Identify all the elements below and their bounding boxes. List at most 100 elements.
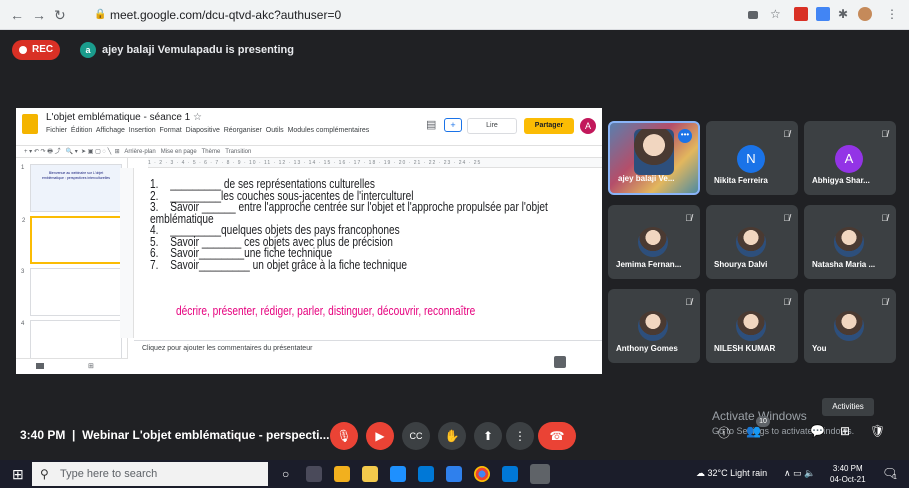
- calendar-icon[interactable]: [502, 466, 518, 482]
- separator: |: [72, 428, 76, 442]
- menu-outils[interactable]: Outils: [266, 127, 284, 134]
- slide-thumb-1[interactable]: 1 Bienvenue au webinaire sur L'objet emb…: [21, 164, 122, 212]
- participant-name: Anthony Gomes: [616, 344, 678, 353]
- filmstrip-view-icon[interactable]: [36, 363, 44, 369]
- mail-icon[interactable]: [390, 466, 406, 482]
- taskbar-search-field[interactable]: ⚲ Type here to search: [32, 462, 268, 486]
- menu-insertion[interactable]: Insertion: [129, 127, 156, 134]
- grid-view-icon[interactable]: ⊞: [88, 362, 94, 370]
- account-avatar[interactable]: A: [580, 118, 596, 134]
- menu-format[interactable]: Format: [160, 127, 182, 134]
- participant-tile[interactable]: 🎙̸ Jemima Fernan...: [608, 205, 700, 279]
- menu-diapositive[interactable]: Diapositive: [186, 127, 220, 134]
- camera-toggle-button[interactable]: ▶: [366, 422, 394, 450]
- security-icon[interactable]: 🛡: [870, 424, 885, 438]
- objectives-list: 1. _________ de ses représentations cultu…: [150, 177, 556, 272]
- menu-edition[interactable]: Édition: [71, 127, 92, 134]
- menu-fichier[interactable]: Fichier: [46, 127, 67, 134]
- participant-tile[interactable]: ••• ajey balaji Ve...: [608, 121, 700, 195]
- mic-toggle-button[interactable]: 🎙: [330, 422, 358, 450]
- document-title[interactable]: L'objet emblématique - séance 1 ☆: [46, 112, 202, 123]
- active-app-icon[interactable]: [530, 464, 550, 484]
- toolbar-transition[interactable]: Transition: [225, 149, 251, 155]
- slide-thumb-2[interactable]: 2: [22, 216, 122, 264]
- toolbar-icons[interactable]: + ▾ ↶ ↷ 🖶 ⤴ 🔍 ▾ ➤ ▣ ▢ ◌ ╲ ⊞: [24, 149, 123, 155]
- share-button[interactable]: Partager: [524, 118, 574, 134]
- mic-off-icon: 🎙̸: [783, 129, 790, 139]
- participant-tile[interactable]: 🎙̸ NILESH KUMAR: [706, 289, 798, 363]
- participant-avatar: [834, 227, 864, 257]
- file-explorer-icon[interactable]: [362, 466, 378, 482]
- participant-name: Nikita Ferreira: [714, 176, 768, 185]
- present-now-button[interactable]: ⬆: [474, 422, 502, 450]
- slide-thumb-3[interactable]: 3: [21, 268, 122, 316]
- participant-tile[interactable]: 🎙̸ Shourya Dalvi: [706, 205, 798, 279]
- present-button[interactable]: Lire: [467, 118, 517, 134]
- activities-icon[interactable]: ⊞: [840, 424, 850, 438]
- more-options-button[interactable]: ⋮: [506, 422, 534, 450]
- forward-icon[interactable]: →: [32, 7, 46, 23]
- camera-icon[interactable]: [748, 11, 758, 19]
- address-bar[interactable]: 🔒 meet.google.com/dcu-qtvd-akc?authuser=…: [92, 5, 732, 25]
- weather-widget[interactable]: ☁ 32°C Light rain: [696, 468, 767, 479]
- kebab-menu-icon[interactable]: ⋮: [886, 7, 898, 21]
- participant-tile[interactable]: 🎙̸ Anthony Gomes: [608, 289, 700, 363]
- chrome-icon[interactable]: [474, 466, 490, 482]
- participant-tile[interactable]: 🎙̸ Natasha Maria ...: [804, 205, 896, 279]
- list-item: 7. Savoir_________ un objet grâce à la fi…: [150, 256, 408, 272]
- docs-extension-icon[interactable]: [816, 7, 830, 21]
- toolbar-background[interactable]: Arrière-plan: [124, 149, 155, 155]
- photos-icon[interactable]: [446, 466, 462, 482]
- mic-off-icon: 🎙̸: [881, 213, 888, 223]
- back-icon[interactable]: ←: [10, 7, 24, 23]
- menu-reorganiser[interactable]: Réorganiser: [224, 127, 262, 134]
- task-view-icon[interactable]: [306, 466, 322, 482]
- puzzle-icon[interactable]: ✱: [838, 7, 848, 21]
- profile-avatar[interactable]: [858, 7, 872, 21]
- reload-icon[interactable]: ↻: [54, 7, 66, 24]
- slide-canvas[interactable]: 1. _________ de ses représentations cultu…: [140, 170, 590, 330]
- activities-tooltip: Activities: [822, 398, 874, 416]
- windows-start-icon[interactable]: ⊞: [12, 466, 24, 483]
- system-tray-icons[interactable]: ∧ ▭ 🔈: [784, 468, 815, 479]
- menu-modules[interactable]: Modules complémentaires: [288, 127, 370, 134]
- cortana-icon[interactable]: ○: [282, 466, 298, 482]
- shared-screen: L'objet emblématique - séance 1 ☆ Fichie…: [16, 108, 602, 374]
- captions-button[interactable]: CC: [402, 422, 430, 450]
- store-icon[interactable]: [334, 466, 350, 482]
- menu-affichage[interactable]: Affichage: [96, 127, 125, 134]
- vertical-ruler: [120, 168, 134, 338]
- participant-name: Jemima Fernan...: [616, 260, 682, 269]
- edge-icon[interactable]: [418, 466, 434, 482]
- participant-avatar: [834, 311, 864, 341]
- chat-icon[interactable]: 💬: [810, 424, 825, 438]
- comments-icon[interactable]: ▤: [426, 118, 436, 131]
- participant-tile[interactable]: 🎙̸ N Nikita Ferreira: [706, 121, 798, 195]
- recording-badge: REC: [12, 40, 60, 60]
- word-bank: décrire, présenter, rédiger, parler, dis…: [176, 303, 476, 318]
- toolbar-layout[interactable]: Mise en page: [161, 149, 197, 155]
- end-call-button[interactable]: ☎: [538, 422, 576, 450]
- info-icon[interactable]: ⓘ: [718, 424, 730, 441]
- horizontal-ruler: 1 · 2 · 3 · 4 · 5 · 6 · 7 · 8 · 9 · 10 ·…: [148, 158, 602, 168]
- more-options-icon[interactable]: •••: [678, 129, 692, 143]
- extension-icon[interactable]: [794, 7, 808, 21]
- meeting-info: 3:40 PM | Webinar L'objet emblématique -…: [20, 428, 329, 442]
- participant-avatar: [638, 227, 668, 257]
- list-item: 3. Savoir ______ entre l'approche centrée…: [150, 199, 548, 226]
- star-icon[interactable]: ☆: [770, 7, 781, 21]
- toolbar-theme[interactable]: Thème: [202, 149, 221, 155]
- participant-tile[interactable]: 🎙̸ A Abhigya Shar...: [804, 121, 896, 195]
- star-icon[interactable]: ☆: [193, 112, 202, 123]
- explore-icon[interactable]: [554, 356, 566, 368]
- speaker-notes[interactable]: Cliquez pour ajouter les commentaires du…: [134, 340, 602, 374]
- clock-time: 3:40 PM: [832, 464, 863, 473]
- participant-avatar: [638, 311, 668, 341]
- url-text: meet.google.com/dcu-qtvd-akc?authuser=0: [110, 8, 342, 22]
- taskbar-clock[interactable]: 3:40 PM 04-Oct-21: [830, 463, 866, 485]
- search-placeholder: Type here to search: [60, 468, 158, 480]
- participant-tile[interactable]: 🎙̸ You: [804, 289, 896, 363]
- raise-hand-button[interactable]: ✋: [438, 422, 466, 450]
- add-slide-icon[interactable]: +: [444, 118, 462, 132]
- participant-name: NILESH KUMAR: [714, 344, 776, 353]
